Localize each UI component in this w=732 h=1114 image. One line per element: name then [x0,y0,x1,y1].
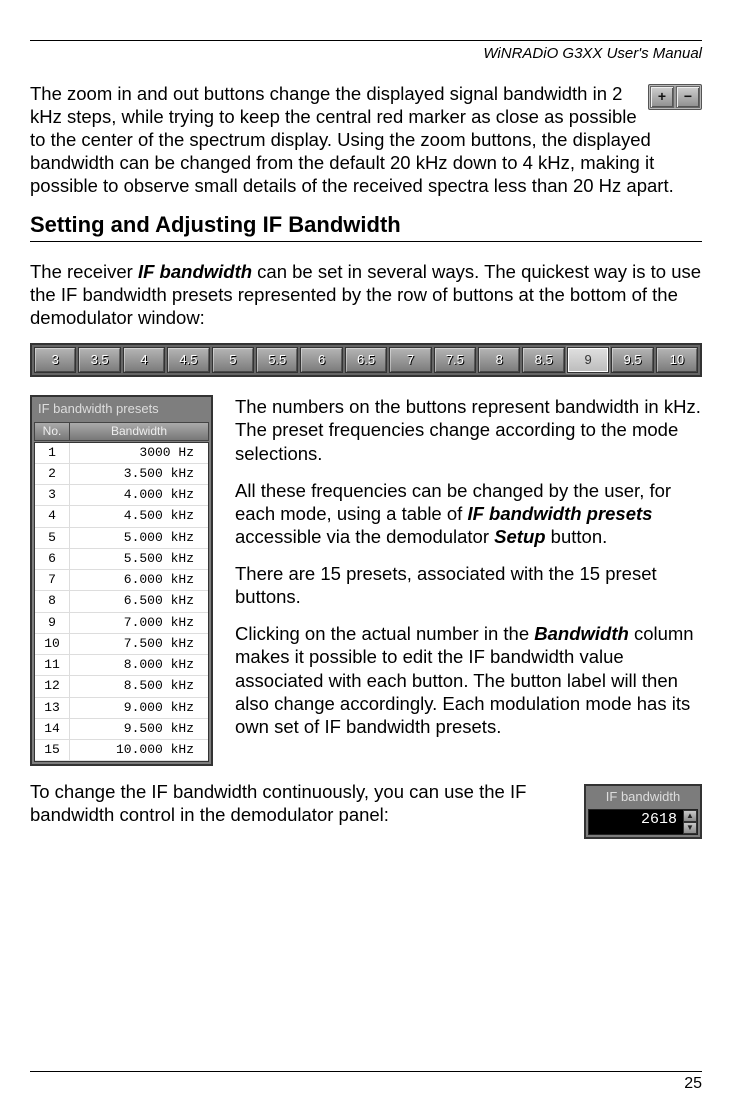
preset-row-bandwidth: 5.000 kHz [70,528,208,548]
preset-row: 55.000 kHz [35,528,208,549]
bandwidth-preset-button: 5.5 [256,347,298,373]
bandwidth-preset-button: 3.5 [78,347,120,373]
text: button. [546,526,608,547]
bandwidth-preset-button: 4 [123,347,165,373]
zoom-buttons-graphic: + − [648,84,702,110]
preset-row: 23.500 kHz [35,464,208,485]
preset-row: 139.000 kHz [35,698,208,719]
preset-row-bandwidth: 6.000 kHz [70,570,208,590]
preset-row-bandwidth: 3000 Hz [70,443,208,463]
if-bandwidth-value: 2618 [589,810,683,834]
preset-row-no: 4 [35,506,70,526]
preset-row-bandwidth: 7.500 kHz [70,634,208,654]
bandwidth-preset-button: 9.5 [611,347,653,373]
preset-table-panel: IF bandwidth presets No. Bandwidth 13000… [30,395,213,766]
bandwidth-preset-button: 8.5 [522,347,564,373]
preset-row: 65.500 kHz [35,549,208,570]
text: accessible via the demodulator [235,526,494,547]
preset-row-bandwidth: 6.500 kHz [70,591,208,611]
preset-row: 107.500 kHz [35,634,208,655]
bandwidth-preset-button: 4.5 [167,347,209,373]
preset-row-bandwidth: 4.000 kHz [70,485,208,505]
preset-row-bandwidth: 10.000 kHz [70,740,208,760]
preset-row-no: 2 [35,464,70,484]
spinner-down-icon: ▼ [683,822,697,834]
bandwidth-preset-button: 10 [656,347,698,373]
term-bandwidth-col: Bandwidth [534,623,629,644]
preset-row-no: 3 [35,485,70,505]
preset-row-bandwidth: 9.000 kHz [70,698,208,718]
preset-row: 118.000 kHz [35,655,208,676]
preset-col-no: No. [35,423,70,440]
preset-row-no: 14 [35,719,70,739]
preset-row-no: 13 [35,698,70,718]
preset-row-bandwidth: 8.000 kHz [70,655,208,675]
paragraph-15presets: There are 15 presets, associated with th… [235,562,702,608]
bandwidth-preset-button: 7.5 [434,347,476,373]
preset-row-no: 12 [35,676,70,696]
bandwidth-preset-row: 33.544.555.566.577.588.599.510 [30,343,702,377]
zoom-out-icon: − [676,86,700,108]
term-presets: IF bandwidth presets [467,503,652,524]
preset-row: 128.500 kHz [35,676,208,697]
preset-row-no: 7 [35,570,70,590]
paragraph-zoom: The zoom in and out buttons change the d… [30,82,702,198]
preset-row-no: 9 [35,613,70,633]
preset-row: 76.000 kHz [35,570,208,591]
bandwidth-preset-button: 6 [300,347,342,373]
preset-table-title: IF bandwidth presets [34,399,209,419]
paragraph-click-bw: Clicking on the actual number in the Ban… [235,622,702,738]
bandwidth-preset-button: 3 [34,347,76,373]
preset-row: 1510.000 kHz [35,740,208,761]
if-bandwidth-control: IF bandwidth 2618 ▲ ▼ [584,784,702,838]
preset-row-no: 15 [35,740,70,760]
preset-row-no: 10 [35,634,70,654]
preset-row: 13000 Hz [35,443,208,464]
preset-row: 97.000 kHz [35,613,208,634]
preset-row-bandwidth: 7.000 kHz [70,613,208,633]
if-bandwidth-label: IF bandwidth [588,788,698,808]
term-if-bandwidth: IF bandwidth [138,261,252,282]
preset-row-bandwidth: 4.500 kHz [70,506,208,526]
preset-row: 86.500 kHz [35,591,208,612]
preset-row-no: 5 [35,528,70,548]
text: Clicking on the actual number in the [235,623,534,644]
page-number: 25 [30,1074,702,1094]
section-heading: Setting and Adjusting IF Bandwidth [30,211,702,239]
bandwidth-preset-button: 8 [478,347,520,373]
bandwidth-preset-button: 5 [212,347,254,373]
bandwidth-preset-button: 7 [389,347,431,373]
preset-col-bandwidth: Bandwidth [70,423,208,440]
preset-row-bandwidth: 9.500 kHz [70,719,208,739]
paragraph-change: All these frequencies can be changed by … [235,479,702,548]
preset-row: 44.500 kHz [35,506,208,527]
preset-row-no: 1 [35,443,70,463]
zoom-in-icon: + [650,86,674,108]
preset-row-bandwidth: 5.500 kHz [70,549,208,569]
doc-header: WiNRADiO G3XX User's Manual [30,45,702,64]
preset-row-bandwidth: 8.500 kHz [70,676,208,696]
paragraph-numbers: The numbers on the buttons represent ban… [235,395,702,464]
term-setup: Setup [494,526,545,547]
preset-row: 34.000 kHz [35,485,208,506]
spinner-up-icon: ▲ [683,810,697,822]
bandwidth-preset-button: 9 [567,347,609,373]
preset-row: 149.500 kHz [35,719,208,740]
preset-row-bandwidth: 3.500 kHz [70,464,208,484]
preset-row-no: 11 [35,655,70,675]
preset-row-no: 6 [35,549,70,569]
paragraph-intro: The receiver IF bandwidth can be set in … [30,260,702,329]
text: The receiver [30,261,138,282]
bandwidth-preset-button: 6.5 [345,347,387,373]
preset-row-no: 8 [35,591,70,611]
